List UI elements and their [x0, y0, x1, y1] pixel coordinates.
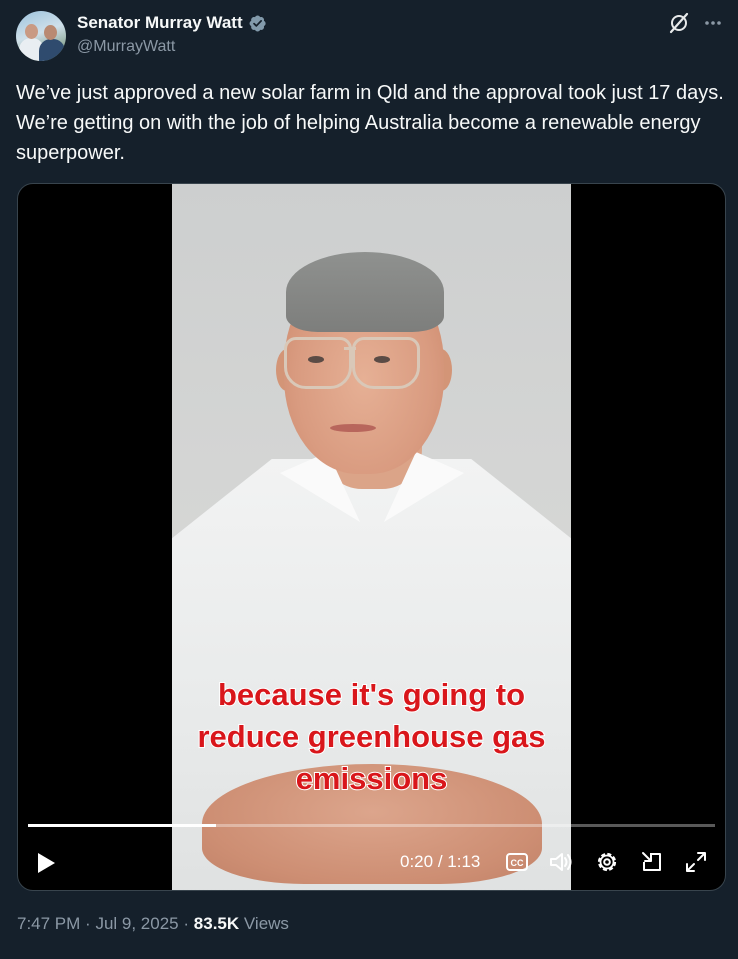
grok-icon[interactable]	[667, 11, 691, 35]
author-name-row: Senator Murray Watt	[77, 13, 267, 33]
author-handle[interactable]: @MurrayWatt	[77, 38, 175, 56]
tweet-text: We’ve just approved a new solar farm in …	[16, 82, 724, 164]
fullscreen-icon[interactable]	[683, 849, 709, 875]
video-player[interactable]: because it's going to reduce greenhouse …	[17, 183, 726, 891]
avatar[interactable]	[16, 11, 66, 61]
video-progress-fill	[28, 824, 217, 827]
video-duration: 1:13	[447, 852, 481, 871]
meta-separator: ·	[183, 914, 190, 933]
closed-captions-icon[interactable]: CC	[504, 849, 530, 875]
settings-icon[interactable]	[594, 849, 620, 875]
video-frame[interactable]: because it's going to reduce greenhouse …	[172, 184, 571, 890]
dock-icon[interactable]	[639, 849, 665, 875]
more-options-icon[interactable]	[703, 13, 723, 33]
verified-badge-icon	[249, 14, 266, 32]
meta-separator: ·	[85, 914, 91, 933]
tweet-date[interactable]: Jul 9, 2025	[95, 914, 178, 933]
tweet-metadata: 7:47 PM · Jul 9, 2025 · 83.5K Views	[17, 914, 289, 934]
author-display-name[interactable]: Senator Murray Watt	[77, 13, 243, 33]
video-caption: because it's going to reduce greenhouse …	[196, 676, 546, 797]
video-current-time: 0:20	[400, 852, 434, 871]
views-label: Views	[243, 914, 289, 933]
video-time-separator: /	[437, 852, 443, 871]
views-count[interactable]: 83.5K	[194, 914, 239, 933]
play-icon[interactable]	[34, 850, 58, 876]
tweet-time[interactable]: 7:47 PM	[17, 914, 80, 933]
video-time: 0:20 / 1:13	[400, 852, 480, 872]
video-progress-bar[interactable]	[28, 824, 715, 827]
svg-text:CC: CC	[511, 858, 524, 868]
volume-icon[interactable]	[548, 849, 574, 875]
